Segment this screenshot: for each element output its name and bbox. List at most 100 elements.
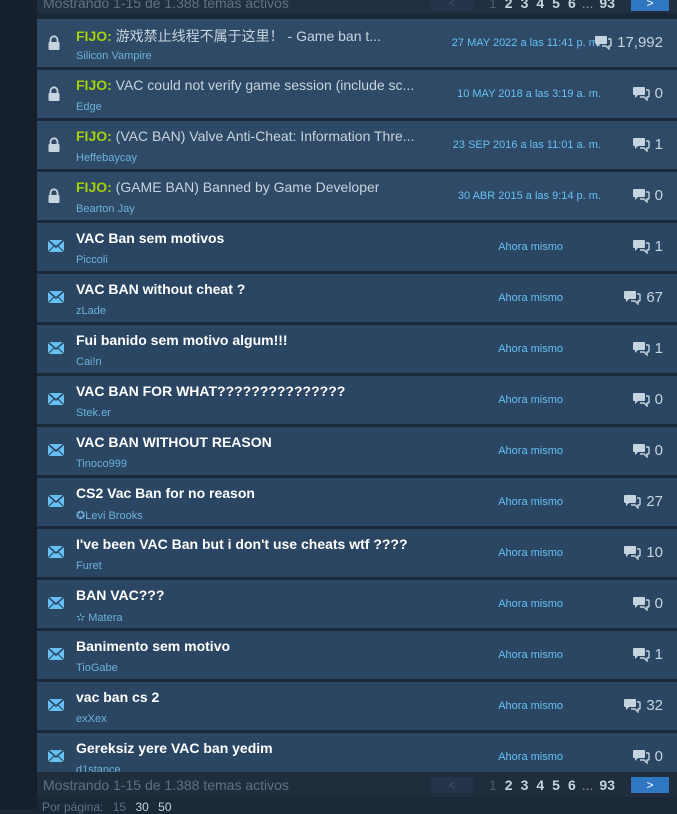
topic-title-link[interactable]: VAC Ban sem motivos	[76, 230, 224, 246]
lock-icon	[47, 86, 65, 102]
page-last-link[interactable]: 93	[599, 0, 615, 11]
topic-author-link[interactable]: exXex	[76, 713, 107, 725]
prev-page-button[interactable]: <	[430, 776, 473, 793]
topic-author-link[interactable]: Bearton Jay	[76, 203, 135, 215]
topic-row[interactable]: Banimento sem motivo TioGabe Ahora mismo 1	[37, 631, 677, 680]
page-4-link[interactable]: 4	[536, 777, 544, 793]
topic-row[interactable]: VAC BAN FOR WHAT??????????????? Stek.er Ah…	[37, 376, 677, 425]
topic-title-text: vac ban cs 2	[76, 689, 160, 705]
topic-title-link[interactable]: CS2 Vac Ban for no reason	[76, 485, 255, 501]
topic-author-link[interactable]: Stek.er	[76, 407, 111, 419]
topic-count-summary-bottom: Mostrando 1-15 de 1.388 temas activos	[43, 777, 289, 793]
reply-count-value: 32	[646, 697, 663, 714]
page-5-link[interactable]: 5	[552, 0, 560, 11]
topic-title-link[interactable]: Banimento sem motivo	[76, 638, 230, 654]
page-1-link[interactable]: 1	[489, 0, 497, 11]
per-page-option-30[interactable]: 30	[135, 800, 148, 814]
topic-title-text: Fui banido sem motivo algum!!!	[76, 332, 288, 348]
topic-title-link[interactable]: VAC BAN without cheat ?	[76, 281, 245, 297]
topic-title-link[interactable]: I've been VAC Ban but i don't use cheats…	[76, 536, 408, 552]
topic-author-link[interactable]: Furet	[76, 560, 102, 572]
comment-bubble-icon	[632, 443, 655, 458]
sticky-prefix: FIJO:	[76, 77, 112, 93]
topic-reply-count: 1	[632, 646, 663, 663]
topic-author-link[interactable]: Silicon Vampire	[76, 50, 152, 62]
topic-title-link[interactable]: VAC BAN FOR WHAT???????????????	[76, 383, 345, 399]
per-page-selector: Por página: 15 30 50	[42, 800, 178, 814]
topic-title-link[interactable]: FIJO: (VAC BAN) Valve Anti-Cheat: Inform…	[76, 128, 414, 144]
topic-row[interactable]: FIJO: 游戏禁止线程不属于这里！ - Game ban t... Silico…	[37, 19, 677, 68]
topic-row[interactable]: VAC BAN without cheat ? zLade Ahora mismo 6…	[37, 274, 677, 323]
next-page-button[interactable]: >	[631, 0, 669, 11]
topic-row[interactable]: FIJO: (VAC BAN) Valve Anti-Cheat: Inform…	[37, 121, 677, 170]
topic-last-post-time: Ahora mismo	[498, 649, 563, 661]
topic-title-link[interactable]: VAC BAN WITHOUT REASON	[76, 434, 272, 450]
topic-last-post-time: 30 ABR 2015 a las 9:14 p. m.	[457, 190, 601, 202]
topic-title-link[interactable]: FIJO: 游戏禁止线程不属于这里！ - Game ban t...	[76, 26, 381, 46]
topic-row[interactable]: VAC Ban sem motivos Piccoli Ahora mismo 1	[37, 223, 677, 272]
topic-last-post-time: 27 MAY 2022 a las 11:41 p. m.	[451, 37, 601, 49]
topic-title-text: Gereksiz yere VAC ban yedim	[76, 740, 273, 756]
topic-author-link[interactable]: Piccoli	[76, 254, 108, 266]
envelope-icon	[47, 239, 65, 255]
topic-row[interactable]: FIJO: VAC could not verify game session …	[37, 70, 677, 119]
topic-author-link[interactable]: Tinoco999	[76, 458, 127, 470]
sticky-prefix: FIJO:	[76, 179, 112, 195]
topic-row[interactable]: CS2 Vac Ban for no reason ✪Levi Brooks Aho…	[37, 478, 677, 527]
topic-row[interactable]: VAC BAN WITHOUT REASON Tinoco999 Ahora mis…	[37, 427, 677, 476]
topic-author-link[interactable]: ✪Levi Brooks	[76, 509, 143, 522]
reply-count-value: 17,992	[617, 34, 663, 51]
page-6-link[interactable]: 6	[568, 777, 576, 793]
prev-page-button[interactable]: <	[430, 0, 473, 11]
topic-author-link[interactable]: zLade	[76, 305, 106, 317]
topic-reply-count: 1	[632, 340, 663, 357]
topic-author-link[interactable]: Cai!n	[76, 356, 102, 368]
topic-title-link[interactable]: FIJO: VAC could not verify game session …	[76, 77, 414, 93]
page-4-link[interactable]: 4	[536, 0, 544, 11]
topic-last-post-time: Ahora mismo	[498, 445, 563, 457]
envelope-icon	[47, 596, 65, 612]
topic-reply-count: 1	[632, 136, 663, 153]
topic-title-link[interactable]: Gereksiz yere VAC ban yedim	[76, 740, 273, 756]
topic-row[interactable]: I've been VAC Ban but i don't use cheats…	[37, 529, 677, 578]
page-3-link[interactable]: 3	[521, 0, 529, 11]
topic-title-link[interactable]: Fui banido sem motivo algum!!!	[76, 332, 288, 348]
bottom-pagination-bar: Mostrando 1-15 de 1.388 temas activos < …	[37, 772, 677, 797]
topic-reply-count: 0	[632, 595, 663, 612]
sticky-prefix: FIJO:	[76, 28, 112, 44]
topic-title-text: BAN VAC???	[76, 587, 165, 603]
page-2-link[interactable]: 2	[505, 0, 513, 11]
topic-title-link[interactable]: vac ban cs 2	[76, 689, 159, 705]
next-page-button[interactable]: >	[631, 776, 669, 793]
topic-author-link[interactable]: Heffebaycay	[76, 152, 137, 164]
per-page-option-50[interactable]: 50	[158, 800, 171, 814]
page-3-link[interactable]: 3	[521, 777, 529, 793]
topic-row[interactable]: FIJO: (GAME BAN) Banned by Game Develope…	[37, 172, 677, 221]
page-2-link[interactable]: 2	[505, 777, 513, 793]
comment-bubble-icon	[632, 392, 655, 407]
page-5-link[interactable]: 5	[552, 777, 560, 793]
page-6-link[interactable]: 6	[568, 0, 576, 11]
topic-last-post-time: 10 MAY 2018 a las 3:19 a. m.	[457, 88, 601, 100]
topic-last-post-time: Ahora mismo	[498, 700, 563, 712]
comment-bubble-icon	[632, 647, 655, 662]
topic-row[interactable]: BAN VAC??? ✫ Matera Ahora mismo 0	[37, 580, 677, 629]
topic-title-link[interactable]: FIJO: (GAME BAN) Banned by Game Develope…	[76, 179, 379, 195]
topic-author-link[interactable]: TioGabe	[76, 662, 118, 674]
topic-reply-count: 1	[632, 238, 663, 255]
comment-bubble-icon	[632, 341, 655, 356]
topic-author-link[interactable]: Edge	[76, 101, 102, 113]
reply-count-value: 1	[654, 238, 663, 255]
topic-title-text: Banimento sem motivo	[76, 638, 231, 654]
per-page-option-15[interactable]: 15	[113, 800, 126, 814]
topic-row[interactable]: vac ban cs 2 exXex Ahora mismo 32	[37, 682, 677, 731]
topic-row[interactable]: Fui banido sem motivo algum!!! Cai!n Ahora…	[37, 325, 677, 374]
page-last-link[interactable]: 93	[599, 777, 615, 793]
topic-last-post-time: Ahora mismo	[498, 343, 563, 355]
topic-author-link[interactable]: ✫ Matera	[76, 611, 123, 624]
topic-reply-count: 0	[632, 391, 663, 408]
page-1-link[interactable]: 1	[489, 777, 497, 793]
lock-icon	[47, 137, 65, 153]
topic-title-link[interactable]: BAN VAC???	[76, 587, 164, 603]
comment-bubble-icon	[632, 749, 655, 764]
